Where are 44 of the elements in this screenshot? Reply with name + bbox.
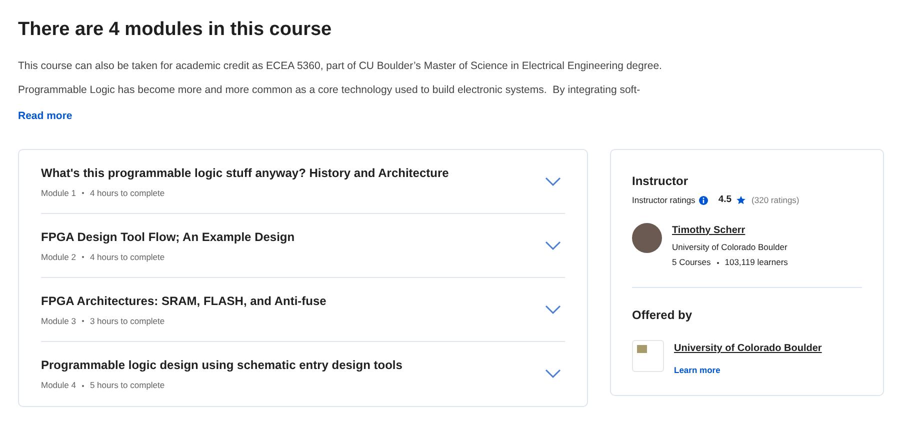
ratings-label: Instructor ratings <box>632 194 696 207</box>
module-number: Module 3 <box>41 314 76 328</box>
module-title: FPGA Architectures: SRAM, FLASH, and Anti-fuse <box>41 292 326 310</box>
module-row[interactable]: FPGA Design Tool Flow; An Example Design Module 2 4 hours to complete <box>41 214 565 278</box>
module-title: FPGA Design Tool Flow; An Example Design <box>41 228 295 246</box>
module-duration: 3 hours to complete <box>90 314 165 328</box>
university-link[interactable]: University of Colorado Boulder <box>674 341 822 356</box>
instructor-name-link[interactable]: Timothy Scherr <box>672 222 746 238</box>
read-more-link[interactable]: Read more <box>18 108 72 124</box>
course-count: 5 Courses <box>672 256 711 269</box>
rating-value: 4.5 <box>718 193 732 208</box>
module-number: Module 1 <box>41 186 76 200</box>
module-row[interactable]: What's this programmable logic stuff anyway? History and Architecture Module 1 4 hours to complete <box>41 150 565 214</box>
university-logo <box>632 340 664 372</box>
instructor-heading: Instructor <box>632 173 688 190</box>
instructor-affiliation: University of Colorado Boulder <box>672 240 788 254</box>
course-description: Programmable Logic has become more and more common as a core technology used to build electronic systems. By integrating soft- <box>18 82 640 96</box>
learner-count: 103,119 learners <box>724 256 788 269</box>
learn-more-link[interactable]: Learn more <box>674 364 720 377</box>
module-title: What's this programmable logic stuff anyway? History and Architecture <box>41 164 449 182</box>
module-row[interactable]: Programmable logic design using schematic entry design tools Module 4 5 hours to complete <box>41 342 565 406</box>
module-title: Programmable logic design using schematic entry design tools <box>41 357 402 374</box>
bullet-icon <box>82 320 84 322</box>
module-duration: 4 hours to complete <box>90 250 165 264</box>
module-number: Module 2 <box>41 250 76 264</box>
section-heading: There are 4 modules in this course <box>18 18 333 42</box>
offered-by-heading: Offered by <box>632 307 692 324</box>
rating-count: (320 ratings) <box>752 194 800 207</box>
module-number: Module 4 <box>41 379 76 392</box>
chevron-down-icon[interactable] <box>545 304 561 315</box>
bullet-icon <box>82 256 84 258</box>
chevron-down-icon[interactable] <box>545 176 561 187</box>
course-description: This course can also be taken for academic credit as ECEA 5360, part of CU Boulder’s Master of Science in Electrical Engineering degree. <box>18 58 662 72</box>
module-row[interactable]: FPGA Architectures: SRAM, FLASH, and Anti-fuse Module 3 3 hours to complete <box>41 278 565 342</box>
bullet-icon <box>82 192 84 194</box>
bullet-icon <box>716 262 719 264</box>
chevron-down-icon[interactable] <box>545 240 561 251</box>
chevron-down-icon[interactable] <box>545 369 561 380</box>
info-icon[interactable] <box>699 196 708 205</box>
star-icon <box>736 195 746 206</box>
module-duration: 5 hours to complete <box>90 379 165 392</box>
module-duration: 4 hours to complete <box>90 186 165 200</box>
bullet-icon <box>82 384 84 387</box>
avatar-placeholder <box>632 222 662 252</box>
